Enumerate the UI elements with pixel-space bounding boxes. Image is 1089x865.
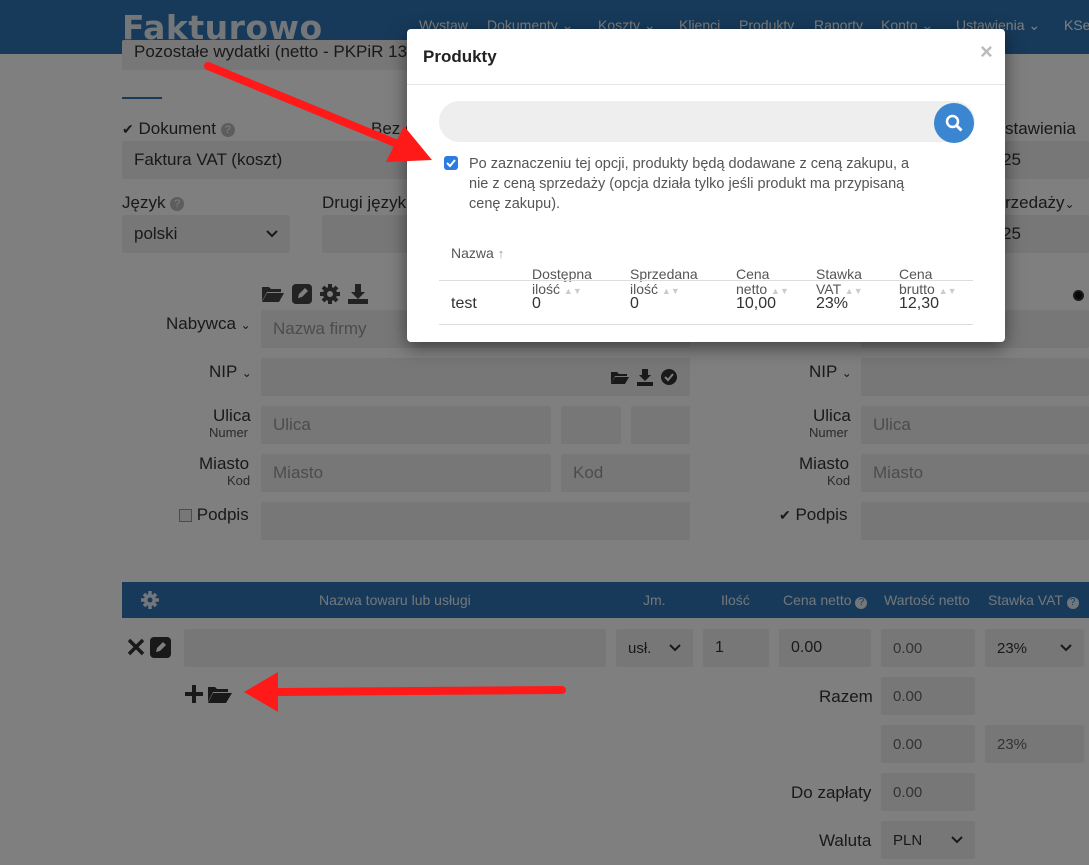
annotation-arrows xyxy=(204,62,566,712)
arrow-to-add-buttons xyxy=(244,672,566,712)
arrow-to-checkbox xyxy=(204,62,432,162)
